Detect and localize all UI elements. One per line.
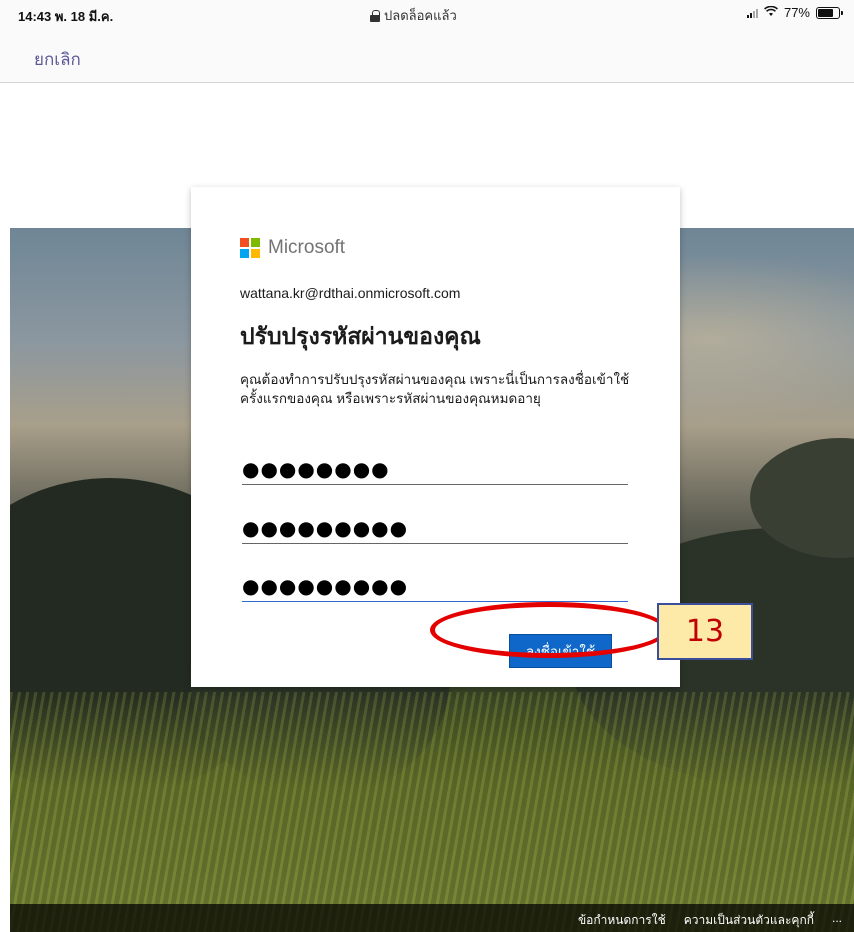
status-lock-state: ปลดล็อคแล้ว: [370, 5, 457, 26]
wifi-icon: [764, 5, 778, 20]
microsoft-logo: Microsoft: [240, 237, 345, 259]
lock-icon: [370, 9, 380, 22]
more-options-button[interactable]: ...: [832, 911, 842, 930]
status-indicators: 77%: [746, 5, 843, 20]
step-number-badge: 13: [657, 603, 753, 660]
new-password-field[interactable]: ●●●●●●●●●: [242, 512, 628, 544]
page-title: ปรับปรุงรหัสผ่านของคุณ: [240, 323, 481, 349]
highlight-ring-annotation: [430, 602, 668, 658]
status-time-date: 14:43 พ. 18 มี.ค.: [18, 9, 114, 24]
account-email: wattana.kr@rdthai.onmicrosoft.com: [240, 285, 461, 301]
confirm-password-field[interactable]: ●●●●●●●●●: [242, 570, 628, 602]
microsoft-wordmark: Microsoft: [268, 237, 346, 258]
lock-state-label: ปลดล็อคแล้ว: [384, 8, 457, 23]
current-password-field[interactable]: ●●●●●●●●: [242, 453, 628, 485]
microsoft-logo-icon: [240, 238, 260, 258]
battery-icon: [816, 6, 843, 19]
page-description: คุณต้องทำการปรับปรุงรหัสผ่านของคุณ เพราะ…: [240, 372, 630, 406]
status-bar: 14:43 พ. 18 มี.ค. ปลดล็อคแล้ว 77%: [0, 0, 854, 26]
navigation-bar: ยกเลิก: [0, 26, 854, 83]
page-footer: ข้อกำหนดการใช้ ความเป็นส่วนตัวและคุกกี้ …: [10, 904, 854, 932]
battery-percent: 77%: [783, 5, 810, 20]
terms-of-use-link[interactable]: ข้อกำหนดการใช้: [578, 911, 666, 930]
cellular-signal-icon: [746, 8, 758, 18]
privacy-cookies-link[interactable]: ความเป็นส่วนตัวและคุกกี้: [684, 911, 814, 930]
cancel-button[interactable]: ยกเลิก: [34, 46, 81, 73]
